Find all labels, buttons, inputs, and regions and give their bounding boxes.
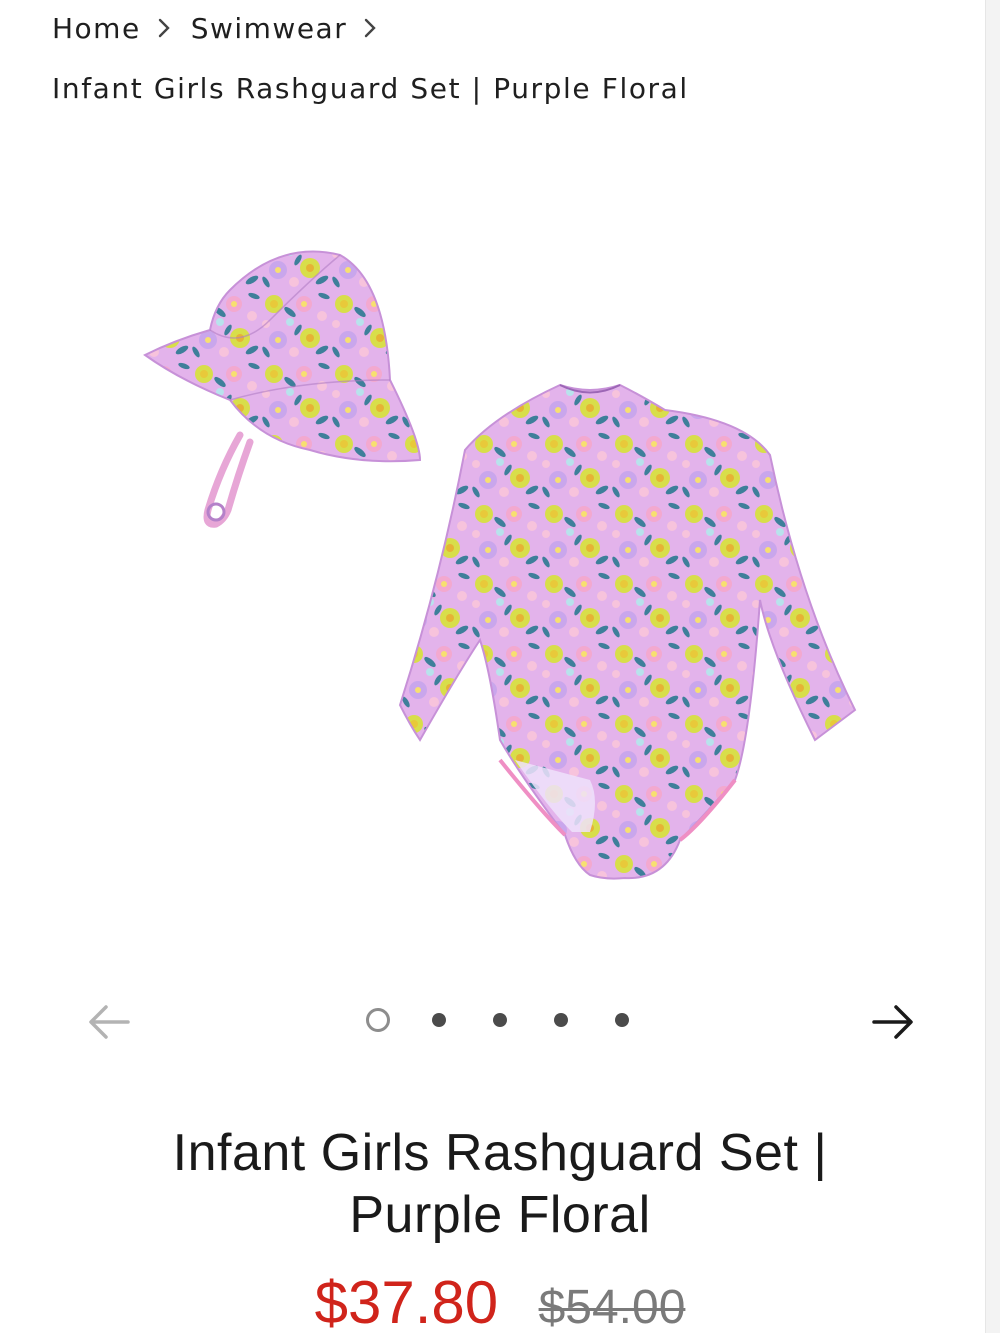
carousel-dot-4[interactable] (554, 1013, 568, 1027)
page-scrollbar[interactable] (985, 0, 1000, 1333)
breadcrumb-swimwear-link[interactable]: Swimwear (191, 12, 348, 45)
breadcrumb-home-link[interactable]: Home (52, 12, 141, 45)
carousel-dot-1[interactable] (366, 1008, 390, 1032)
carousel-dot-5[interactable] (615, 1013, 629, 1027)
sale-price: $37.80 (314, 1269, 499, 1336)
chevron-right-icon (141, 8, 185, 48)
carousel-dot-2[interactable] (432, 1013, 446, 1027)
carousel-navigation (0, 990, 1000, 1050)
breadcrumb: Home Swimwear Infant Girls Rashguard Set… (52, 8, 970, 106)
price-row: $37.80 $54.00 (0, 1268, 1000, 1337)
breadcrumb-current-page: Infant Girls Rashguard Set | Purple Flor… (52, 72, 689, 105)
product-title: Infant Girls Rashguard Set | Purple Flor… (172, 1124, 828, 1244)
chevron-right-icon (347, 8, 391, 48)
arrow-left-icon[interactable] (82, 994, 138, 1050)
product-image[interactable] (120, 220, 880, 920)
breadcrumb-links: Home Swimwear (52, 8, 970, 48)
arrow-right-icon[interactable] (864, 994, 920, 1050)
carousel-dot-3[interactable] (493, 1013, 507, 1027)
product-image-gallery[interactable] (120, 220, 880, 920)
original-price: $54.00 (538, 1281, 686, 1334)
